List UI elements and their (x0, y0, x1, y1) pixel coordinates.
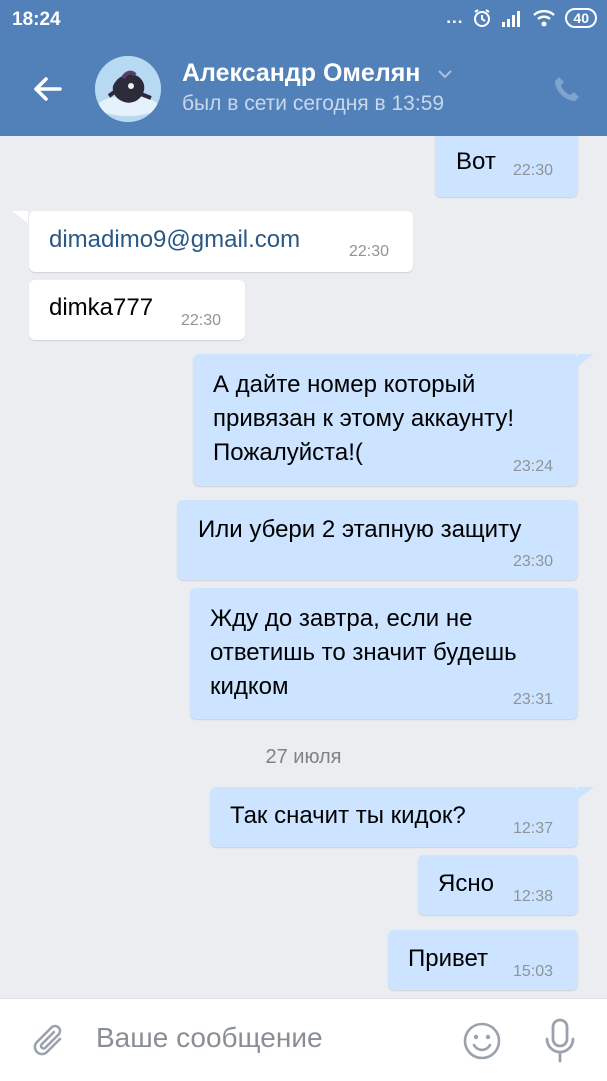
avatar-image (95, 56, 161, 122)
chat-header: Александр Омелян был в сети сегодня в 13… (0, 40, 607, 136)
message-time: 23:31 (513, 691, 554, 708)
avatar[interactable] (95, 56, 161, 122)
message-bubble-outgoing[interactable]: Или убери 2 этапную защиту 23:30 (177, 500, 578, 580)
bubble-tail (12, 211, 28, 223)
message-time: 15:03 (513, 963, 554, 980)
message-text: dimka777 (49, 294, 154, 321)
message-time: 22:30 (513, 162, 554, 179)
message-bubble-incoming[interactable]: dimadimo9@gmail.com 22:30 (29, 211, 413, 272)
message-bubble-outgoing[interactable]: Вот 22:30 (435, 136, 578, 197)
status-time: 18:24 (12, 9, 61, 30)
message-text: Привет (408, 945, 489, 972)
wifi-icon (533, 10, 556, 27)
message-text: Так сначит ты кидок? (230, 802, 466, 829)
message-time: 23:30 (513, 553, 554, 570)
back-arrow-icon[interactable] (30, 72, 64, 106)
message-text: Жду до завтра, если не ответишь то значи… (210, 605, 517, 700)
message-bubble-outgoing[interactable]: Жду до завтра, если не ответишь то значи… (190, 588, 578, 719)
message-text: Или убери 2 этапную защиту (198, 516, 522, 543)
paperclip-icon[interactable] (30, 1021, 68, 1061)
message-bubble-outgoing[interactable]: А дайте номер который привязан к этому а… (193, 354, 578, 486)
message-link[interactable]: dimadimo9@gmail.com (49, 223, 300, 257)
message-input[interactable]: Ваше сообщение (96, 1022, 323, 1054)
message-bubble-outgoing[interactable]: Привет 15:03 (388, 930, 578, 990)
contact-name[interactable]: Александр Омелян (182, 59, 420, 88)
status-icons: ... 40 (446, 8, 597, 28)
message-time: 23:24 (513, 458, 554, 475)
microphone-icon[interactable] (540, 1017, 580, 1065)
message-composer: Ваше сообщение (0, 998, 607, 1081)
message-time: 12:38 (513, 888, 554, 905)
battery-indicator: 40 (565, 8, 597, 28)
chevron-down-icon[interactable] (437, 68, 453, 80)
message-time: 22:30 (181, 312, 222, 329)
more-dots-icon: ... (446, 8, 464, 27)
message-bubble-incoming[interactable]: dimka777 22:30 (29, 280, 245, 340)
bubble-tail (578, 787, 594, 799)
message-time: 22:30 (349, 243, 390, 260)
alarm-icon (474, 9, 491, 27)
contact-last-seen: был в сети сегодня в 13:59 (182, 92, 445, 115)
message-bubble-outgoing[interactable]: Ясно 12:38 (418, 855, 578, 915)
message-text: А дайте номер который привязан к этому а… (213, 371, 515, 466)
date-separator: 27 июля (265, 746, 342, 768)
message-text: Вот (456, 148, 496, 175)
signal-icon (502, 11, 521, 27)
bubble-tail (578, 354, 594, 366)
emoji-icon[interactable] (462, 1021, 502, 1061)
message-list[interactable]: Вот 22:30 dimadimo9@gmail.com 22:30 dimk… (0, 136, 607, 998)
message-bubble-outgoing[interactable]: Так сначит ты кидок? 12:37 (210, 787, 578, 847)
message-time: 12:37 (513, 820, 554, 837)
phone-icon[interactable] (552, 74, 582, 104)
status-bar: 18:24 ... 40 (0, 0, 607, 40)
message-text: Ясно (438, 870, 494, 897)
